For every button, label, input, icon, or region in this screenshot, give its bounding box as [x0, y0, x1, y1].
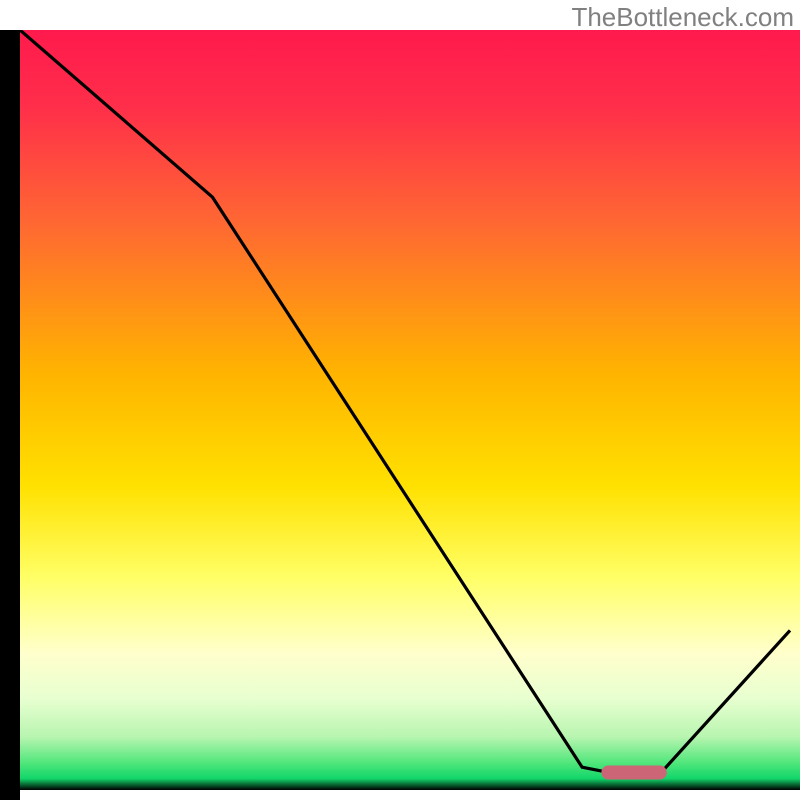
gradient-background — [20, 30, 800, 790]
optimal-range-marker — [601, 766, 666, 780]
chart-svg — [0, 0, 800, 800]
left-axis — [0, 30, 20, 800]
attribution-label: TheBottleneck.com — [571, 2, 794, 33]
chart-canvas: TheBottleneck.com — [0, 0, 800, 800]
